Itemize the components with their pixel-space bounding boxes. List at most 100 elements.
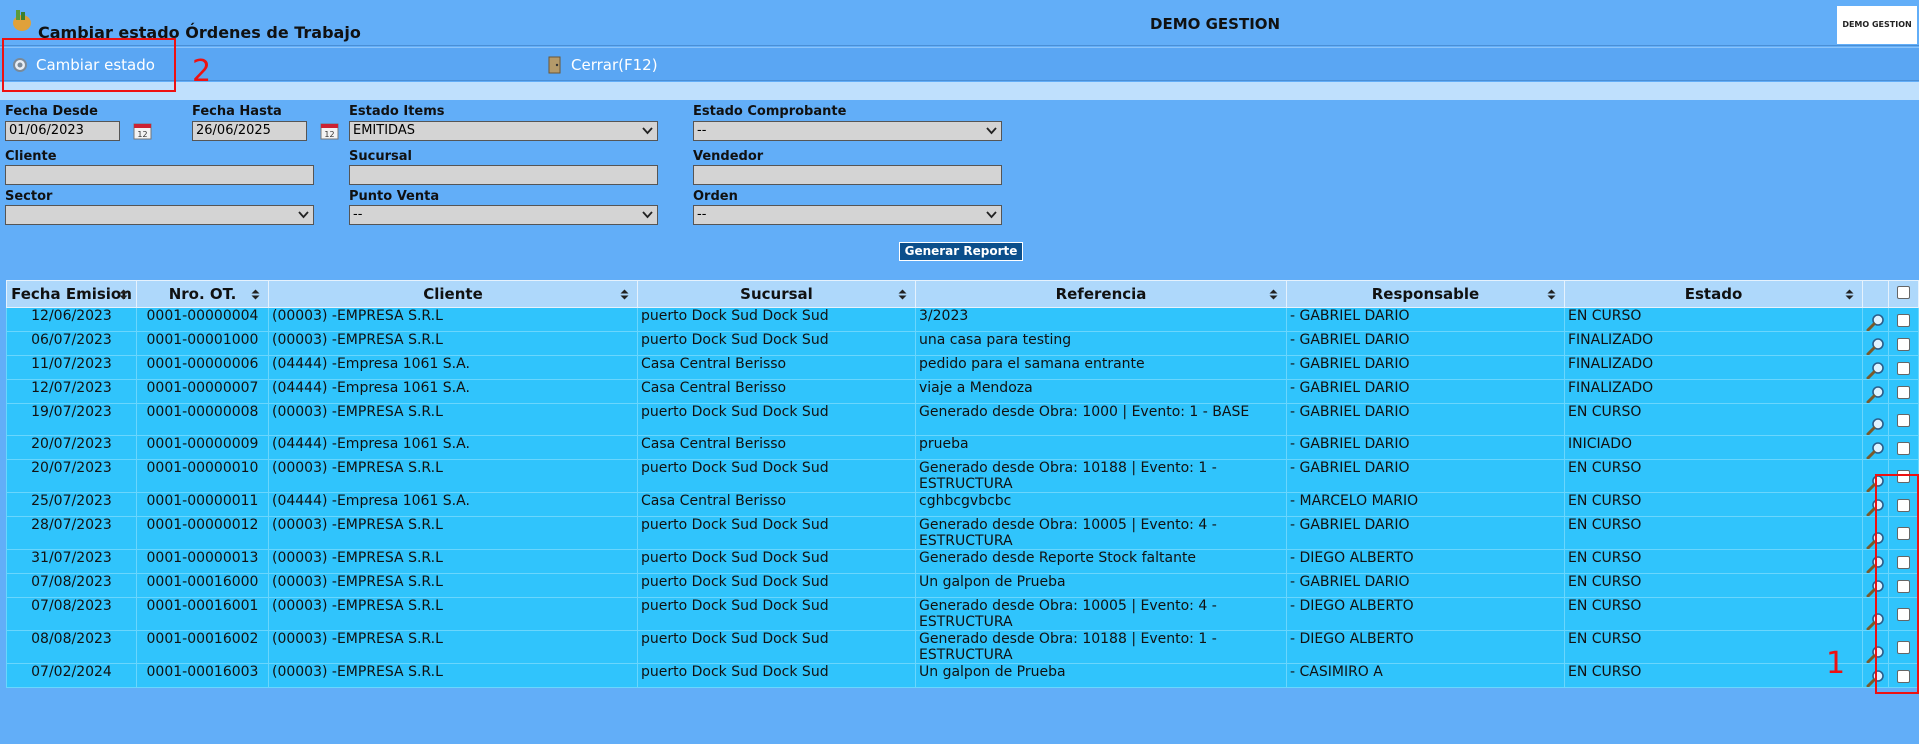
table-row[interactable]: 11/07/2023 0001-00000006 (04444) -Empresa … — [6, 355, 1919, 380]
table-row[interactable]: 20/07/2023 0001-00000009 (04444) -Empresa … — [6, 435, 1919, 460]
magnifier-icon[interactable] — [1866, 417, 1886, 435]
row-checkbox[interactable] — [1897, 314, 1910, 327]
table-cell: pedido para el samana entrante — [915, 355, 1287, 380]
table-row[interactable]: 31/07/2023 0001-00000013 (00003) -EMPRESA … — [6, 549, 1919, 574]
row-checkbox[interactable] — [1897, 442, 1910, 455]
orden-select[interactable]: -- — [693, 205, 1002, 225]
column-header[interactable]: Sucursal — [637, 280, 916, 308]
cliente-input[interactable] — [5, 165, 314, 185]
column-header[interactable]: Estado — [1564, 280, 1863, 308]
close-label: Cerrar(F12) — [571, 56, 658, 74]
column-header[interactable]: Responsable — [1286, 280, 1565, 308]
sucursal-input[interactable] — [349, 165, 658, 185]
table-cell: cghbcgvbcbc — [915, 492, 1287, 517]
table-row[interactable]: 12/06/2023 0001-00000004 (00003) -EMPRESA … — [6, 307, 1919, 332]
fecha-desde-input[interactable]: 01/06/2023 — [5, 121, 120, 141]
table-cell: EN CURSO — [1564, 307, 1863, 332]
estado-comprobante-label: Estado Comprobante — [693, 104, 847, 119]
table-cell: 12/07/2023 — [6, 379, 137, 404]
actions-header — [1862, 280, 1889, 308]
row-action-cell — [1862, 355, 1889, 380]
fecha-hasta-input[interactable]: 26/06/2025 — [192, 121, 307, 141]
table-row[interactable]: 07/02/2024 0001-00016003 (00003) -EMPRESA … — [6, 663, 1919, 688]
table-cell: (00003) -EMPRESA S.R.L — [268, 307, 638, 332]
table-cell: (04444) -Empresa 1061 S.A. — [268, 379, 638, 404]
calendar-icon[interactable]: 12 — [319, 120, 341, 142]
estado-comprobante-select[interactable]: -- — [693, 121, 1002, 141]
column-header-label: Nro. OT. — [168, 285, 237, 303]
fecha-desde-label: Fecha Desde — [5, 104, 98, 119]
chevron-down-icon — [642, 127, 653, 135]
punto-venta-select[interactable]: -- — [349, 205, 658, 225]
magnifier-icon[interactable] — [1866, 361, 1886, 379]
table-cell: 11/07/2023 — [6, 355, 137, 380]
table-cell: (04444) -Empresa 1061 S.A. — [268, 492, 638, 517]
table-cell: Casa Central Berisso — [637, 355, 916, 380]
select-all-checkbox[interactable] — [1897, 286, 1910, 299]
row-checkbox[interactable] — [1897, 386, 1910, 399]
table-cell: 25/07/2023 — [6, 492, 137, 517]
table-cell: Casa Central Berisso — [637, 435, 916, 460]
magnifier-icon[interactable] — [1866, 441, 1886, 459]
table-cell: puerto Dock Sud Dock Sud — [637, 331, 916, 356]
table-row[interactable]: 20/07/2023 0001-00000010 (00003) -EMPRESA … — [6, 459, 1919, 493]
row-select-cell — [1888, 435, 1919, 460]
column-header-label: Sucursal — [740, 285, 813, 303]
table-cell: 08/08/2023 — [6, 630, 137, 664]
table-cell: EN CURSO — [1564, 492, 1863, 517]
calendar-icon[interactable]: 12 — [132, 120, 154, 142]
magnifier-icon[interactable] — [1866, 385, 1886, 403]
magnifier-icon[interactable] — [1866, 313, 1886, 331]
sort-icon — [251, 289, 260, 300]
table-cell: prueba — [915, 435, 1287, 460]
estado-items-select[interactable]: EMITIDAS — [349, 121, 658, 141]
row-checkbox[interactable] — [1897, 362, 1910, 375]
table-cell: EN CURSO — [1564, 630, 1863, 664]
row-checkbox[interactable] — [1897, 338, 1910, 351]
table-cell: 0001-00000012 — [136, 516, 269, 550]
table-cell: (00003) -EMPRESA S.R.L — [268, 459, 638, 493]
table-cell: Un galpon de Prueba — [915, 573, 1287, 598]
column-header-label: Fecha Emision — [11, 285, 132, 303]
table-row[interactable]: 19/07/2023 0001-00000008 (00003) -EMPRESA … — [6, 403, 1919, 436]
annotation-label-2: 2 — [192, 54, 212, 89]
row-checkbox[interactable] — [1897, 414, 1910, 427]
separator-band — [0, 82, 1919, 100]
sector-select[interactable] — [5, 205, 314, 225]
vendedor-input[interactable] — [693, 165, 1002, 185]
company-name: DEMO GESTION — [1150, 15, 1281, 33]
table-cell: (00003) -EMPRESA S.R.L — [268, 663, 638, 688]
table-cell: Un galpon de Prueba — [915, 663, 1287, 688]
title-bar: Cambiar estado Órdenes de Trabajo DEMO G… — [0, 0, 1919, 46]
table-cell: 20/07/2023 — [6, 459, 137, 493]
column-header[interactable]: Cliente — [268, 280, 638, 308]
table-cell: Generado desde Obra: 10005 | Evento: 4 -… — [915, 516, 1287, 550]
column-header[interactable]: Referencia — [915, 280, 1287, 308]
close-button[interactable]: Cerrar(F12) — [545, 48, 658, 82]
table-body: 12/06/2023 0001-00000004 (00003) -EMPRESA … — [6, 307, 1919, 688]
column-header-label: Referencia — [1055, 285, 1147, 303]
column-header[interactable]: Fecha Emision — [6, 280, 137, 308]
table-cell: - GABRIEL DARIO — [1286, 516, 1565, 550]
column-header[interactable]: Nro. OT. — [136, 280, 269, 308]
table-row[interactable]: 07/08/2023 0001-00016001 (00003) -EMPRESA … — [6, 597, 1919, 631]
generate-report-button[interactable]: Generar Reporte — [899, 242, 1023, 261]
table-row[interactable]: 06/07/2023 0001-00001000 (00003) -EMPRESA … — [6, 331, 1919, 356]
chevron-down-icon — [986, 127, 997, 135]
table-row[interactable]: 07/08/2023 0001-00016000 (00003) -EMPRESA … — [6, 573, 1919, 598]
punto-venta-label: Punto Venta — [349, 189, 440, 204]
table-cell: Generado desde Obra: 1000 | Evento: 1 - … — [915, 403, 1287, 436]
table-row[interactable]: 28/07/2023 0001-00000012 (00003) -EMPRESA … — [6, 516, 1919, 550]
table-cell: 0001-00000010 — [136, 459, 269, 493]
magnifier-icon[interactable] — [1866, 337, 1886, 355]
table-cell: (00003) -EMPRESA S.R.L — [268, 403, 638, 436]
sort-icon — [898, 289, 907, 300]
svg-text:12: 12 — [137, 130, 147, 139]
table-row[interactable]: 25/07/2023 0001-00000011 (04444) -Empresa … — [6, 492, 1919, 517]
table-row[interactable]: 08/08/2023 0001-00016002 (00003) -EMPRESA … — [6, 630, 1919, 664]
table-cell: 0001-00016001 — [136, 597, 269, 631]
table-cell: 07/08/2023 — [6, 597, 137, 631]
sort-icon — [119, 289, 128, 300]
table-cell: EN CURSO — [1564, 403, 1863, 436]
table-row[interactable]: 12/07/2023 0001-00000007 (04444) -Empresa … — [6, 379, 1919, 404]
